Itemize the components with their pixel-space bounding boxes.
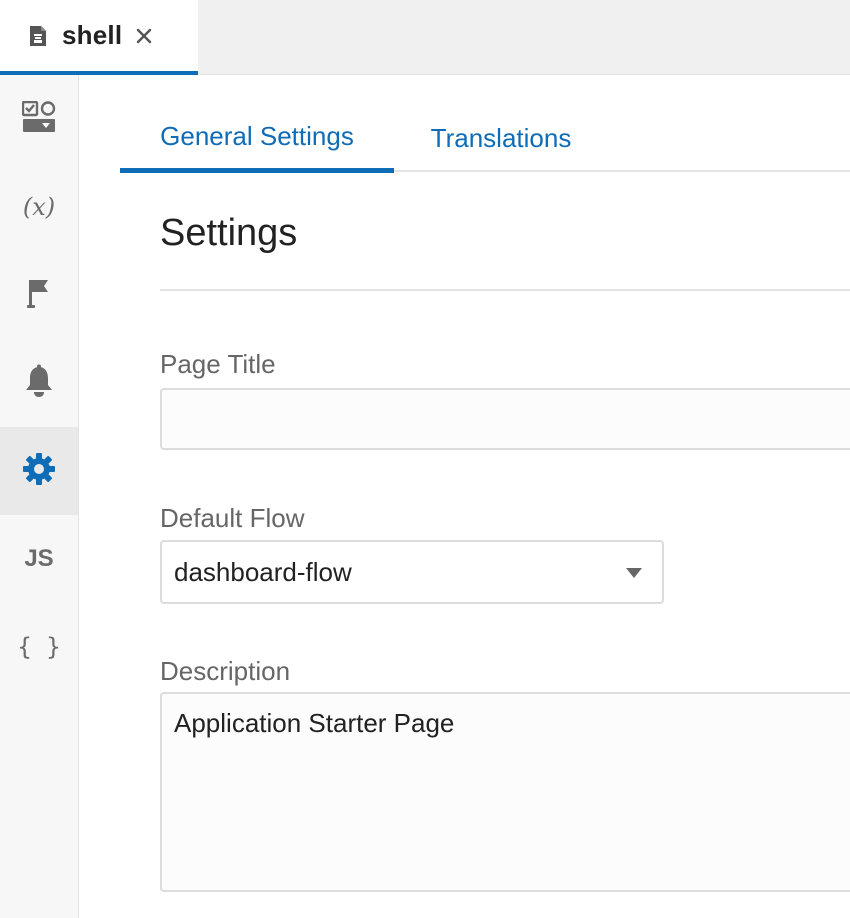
rail-item-json[interactable]: { } xyxy=(0,603,78,691)
bell-icon xyxy=(24,364,54,403)
page-title-input[interactable] xyxy=(160,388,850,450)
side-rail: (x) JS {} xyxy=(0,75,79,918)
tab-translations[interactable]: Translations xyxy=(416,104,586,172)
flag-icon xyxy=(26,277,52,314)
section-title: Settings xyxy=(160,212,298,254)
close-icon[interactable] xyxy=(134,26,154,46)
rail-item-flows[interactable] xyxy=(0,251,78,339)
file-tab-shell[interactable]: shell xyxy=(0,0,198,75)
rail-item-variables[interactable]: (x) xyxy=(0,163,78,251)
rail-item-events[interactable] xyxy=(0,339,78,427)
page-title-label: Page Title xyxy=(160,349,276,379)
settings-tabs: General Settings Translations xyxy=(120,104,850,173)
file-tab-label: shell xyxy=(62,20,123,50)
variables-icon: (x) xyxy=(22,193,56,221)
default-flow-select[interactable]: dashboard-flow xyxy=(160,540,664,604)
json-icon: { } xyxy=(17,633,61,661)
rail-item-settings[interactable] xyxy=(0,427,78,515)
section-divider xyxy=(160,289,850,291)
gear-icon xyxy=(22,452,56,491)
default-flow-label: Default Flow xyxy=(160,503,305,533)
editor-tab-strip: shell xyxy=(0,0,850,75)
description-textarea[interactable]: Application Starter Page xyxy=(160,692,850,892)
settings-panel: General Settings Translations Settings P… xyxy=(80,76,850,918)
rail-item-javascript[interactable]: JS xyxy=(0,515,78,603)
description-label: Description xyxy=(160,656,291,686)
file-icon xyxy=(28,24,48,48)
chevron-down-icon xyxy=(626,568,642,578)
components-icon xyxy=(21,100,56,138)
tab-general-settings[interactable]: General Settings xyxy=(120,104,394,173)
rail-item-components[interactable] xyxy=(0,75,78,163)
default-flow-value: dashboard-flow xyxy=(174,556,352,587)
js-icon: JS xyxy=(24,545,54,572)
